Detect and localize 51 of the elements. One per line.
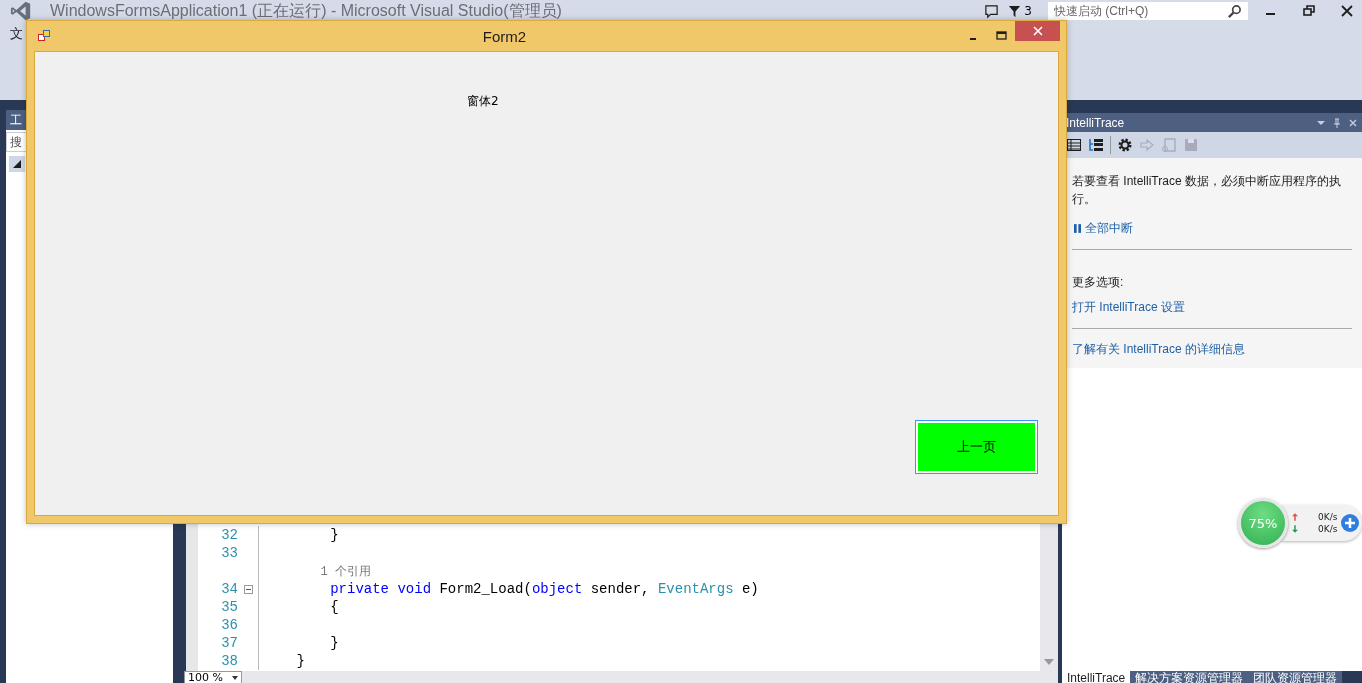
restore-icon[interactable]	[1301, 3, 1317, 19]
gear-icon[interactable]	[1117, 137, 1133, 153]
search-field[interactable]: 搜	[6, 132, 26, 152]
panel-title: IntelliTrace	[1066, 115, 1125, 130]
notification-count: 3	[1024, 4, 1032, 18]
collapse-icon[interactable]	[243, 584, 253, 594]
pause-icon	[1074, 224, 1081, 233]
panel-tab[interactable]: 团队资源管理器	[1248, 671, 1343, 683]
line-number: 33	[220, 545, 238, 561]
download-arrow-icon	[1292, 525, 1298, 533]
code-line: private void Form2_Load(object sender, EventArgs e)	[329, 581, 759, 597]
pin-icon[interactable]	[1332, 117, 1342, 128]
break-all-link[interactable]: 全部中断	[1074, 220, 1133, 237]
code-line: }	[329, 635, 339, 651]
learn-more-link[interactable]: 了解有关 IntelliTrace 的详细信息	[1072, 341, 1245, 358]
reference-count[interactable]: 1 个引用	[263, 562, 371, 580]
previous-page-button[interactable]: 上一页	[916, 421, 1037, 473]
line-number: 37	[220, 635, 238, 651]
close-icon	[1032, 26, 1043, 36]
form-label: 窗体2	[467, 93, 499, 110]
feedback-icon[interactable]	[984, 3, 1000, 19]
window-title: Form2	[481, 27, 528, 45]
settings-link[interactable]: 打开 IntelliTrace 设置	[1072, 299, 1185, 316]
panel-tab[interactable]: IntelliTrace	[1062, 671, 1131, 683]
menu-item[interactable]: 文	[10, 25, 23, 43]
line-number: 38	[220, 653, 238, 669]
tree-list-icon[interactable]	[1088, 137, 1104, 153]
window-title: WindowsFormsApplication1 (正在运行) - Microsoft Visual Studio(管理员)	[50, 0, 562, 21]
code-line: {	[329, 599, 339, 615]
code-line: }	[329, 527, 339, 543]
search-icon	[1227, 3, 1242, 19]
caret-icon	[232, 675, 238, 680]
list-icon[interactable]	[1066, 137, 1082, 153]
section-label: 更多选项:	[1072, 274, 1124, 291]
vs-logo-icon	[10, 0, 32, 22]
line-number: 34	[220, 581, 238, 597]
plus-icon[interactable]	[1340, 513, 1360, 533]
line-number: 35	[220, 599, 238, 615]
quick-launch-field[interactable]: 快速启动 (Ctrl+Q)	[1048, 2, 1248, 20]
code-line: }	[295, 653, 305, 669]
zoom-dropdown[interactable]: 100 %	[184, 671, 242, 683]
panel-tab[interactable]: 解决方案资源管理器	[1130, 671, 1249, 683]
close-icon[interactable]	[1339, 3, 1355, 19]
info-message: 若要查看 IntelliTrace 数据，必须中断应用程序的执行。	[1072, 173, 1342, 208]
upload-speed: 0K/s	[1318, 512, 1338, 522]
app-icon	[38, 30, 50, 42]
line-number: 32	[220, 527, 238, 543]
line-number: 36	[220, 617, 238, 633]
upload-arrow-icon	[1292, 513, 1298, 521]
download-speed: 0K/s	[1318, 524, 1338, 534]
panel-title: 工	[10, 113, 22, 127]
